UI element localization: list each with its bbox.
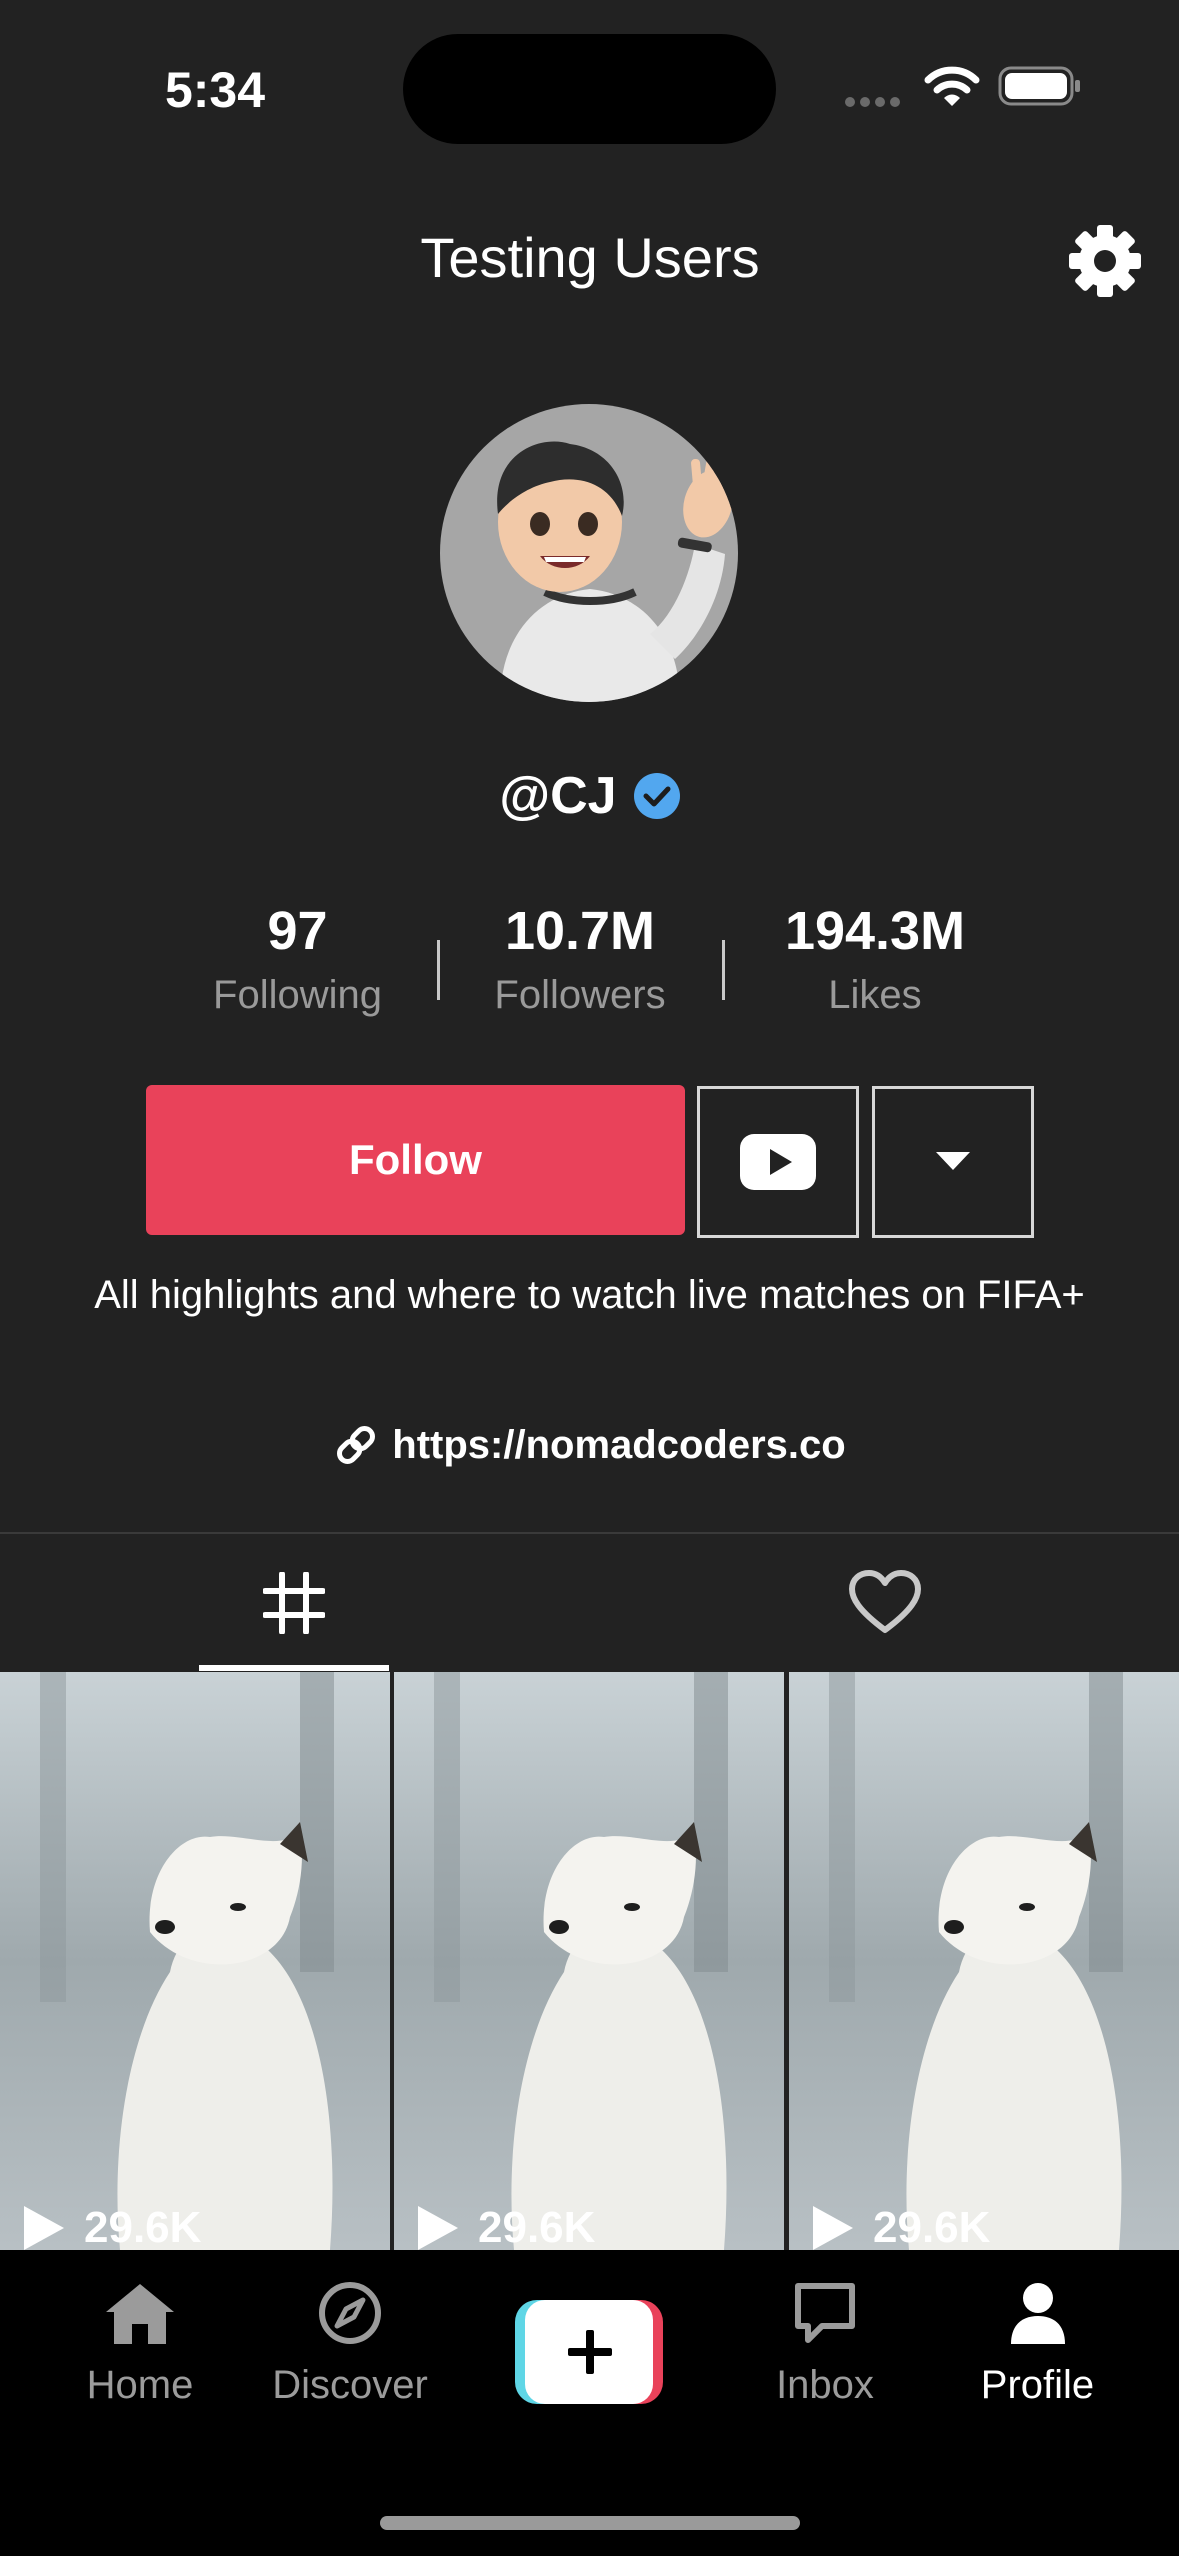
youtube-icon — [740, 1134, 816, 1190]
verified-icon — [633, 773, 680, 819]
play-icon — [24, 2206, 64, 2250]
inbox-icon — [795, 2283, 855, 2343]
grid-icon — [263, 1572, 325, 1634]
stat-followers[interactable]: 10.7M Followers — [470, 895, 690, 1035]
video-thumbnail[interactable]: 29.6K — [394, 1672, 784, 2250]
link-icon — [337, 1426, 376, 1464]
profile-icon — [1010, 2283, 1065, 2344]
tab-indicator — [199, 1665, 389, 1671]
arctic-fox-thumbnail — [0, 1672, 390, 2250]
nav-profile[interactable]: Profile — [955, 2280, 1120, 2440]
nav-inbox[interactable]: Inbox — [745, 2280, 905, 2440]
tabs-divider — [0, 1532, 1179, 1534]
play-icon — [813, 2206, 853, 2250]
battery-icon — [998, 66, 1080, 106]
video-views: 29.6K — [22, 2198, 201, 2250]
create-button[interactable] — [515, 2300, 663, 2404]
stat-likes[interactable]: 194.3M Likes — [760, 895, 990, 1035]
gear-icon[interactable] — [1068, 224, 1142, 298]
video-thumbnail[interactable]: 29.6K — [0, 1672, 390, 2250]
link-text: https://nomadcoders.co — [392, 1423, 846, 1467]
stat-label: Likes — [828, 973, 922, 1017]
nav-label: Inbox — [776, 2363, 874, 2407]
view-count: 29.6K — [84, 2203, 202, 2250]
stat-following[interactable]: 97 Following — [190, 895, 405, 1035]
stat-value: 194.3M — [784, 901, 966, 961]
stat-label: Followers — [494, 973, 666, 1017]
nav-label: Discover — [272, 2363, 428, 2407]
bottom-nav: Home Discover Inbox Profile — [0, 2250, 1179, 2556]
page-title: Testing Users — [420, 226, 760, 289]
home-indicator — [380, 2516, 800, 2530]
home-icon — [106, 2284, 174, 2344]
arctic-fox-thumbnail — [789, 1672, 1179, 2250]
status-time: 5:34 — [164, 62, 266, 118]
avatar — [440, 404, 738, 702]
bio: All highlights and where to watch live m… — [94, 1273, 1085, 1317]
caret-down-icon — [936, 1152, 970, 1170]
view-count: 29.6K — [873, 2203, 991, 2250]
stat-label: Following — [213, 973, 382, 1017]
stat-divider — [437, 940, 440, 1000]
username: @CJ — [499, 767, 617, 825]
nav-discover[interactable]: Discover — [255, 2280, 445, 2440]
username-row: @CJ — [390, 760, 790, 832]
profile-link[interactable]: https://nomadcoders.co — [290, 1415, 890, 1475]
arctic-fox-thumbnail — [394, 1672, 784, 2250]
tab-videos[interactable] — [199, 1534, 389, 1672]
video-thumbnail[interactable]: 29.6K — [789, 1672, 1179, 2250]
wifi-icon — [924, 66, 980, 106]
follow-button[interactable]: Follow — [146, 1085, 685, 1235]
youtube-button[interactable] — [697, 1086, 859, 1238]
tab-liked[interactable] — [790, 1534, 980, 1672]
more-options-button[interactable] — [872, 1086, 1034, 1238]
stat-divider — [722, 940, 725, 1000]
cellular-signal-icon — [845, 94, 905, 107]
video-views: 29.6K — [811, 2198, 990, 2250]
compass-icon — [319, 2282, 381, 2344]
nav-home[interactable]: Home — [60, 2280, 220, 2440]
dynamic-island — [403, 34, 776, 144]
video-views: 29.6K — [416, 2198, 595, 2250]
view-count: 29.6K — [478, 2203, 596, 2250]
nav-label: Home — [86, 2363, 194, 2407]
play-icon — [418, 2206, 458, 2250]
nav-label: Profile — [980, 2363, 1095, 2407]
stat-value: 97 — [267, 901, 328, 961]
heart-icon — [849, 1570, 921, 1633]
stat-value: 10.7M — [504, 901, 656, 961]
